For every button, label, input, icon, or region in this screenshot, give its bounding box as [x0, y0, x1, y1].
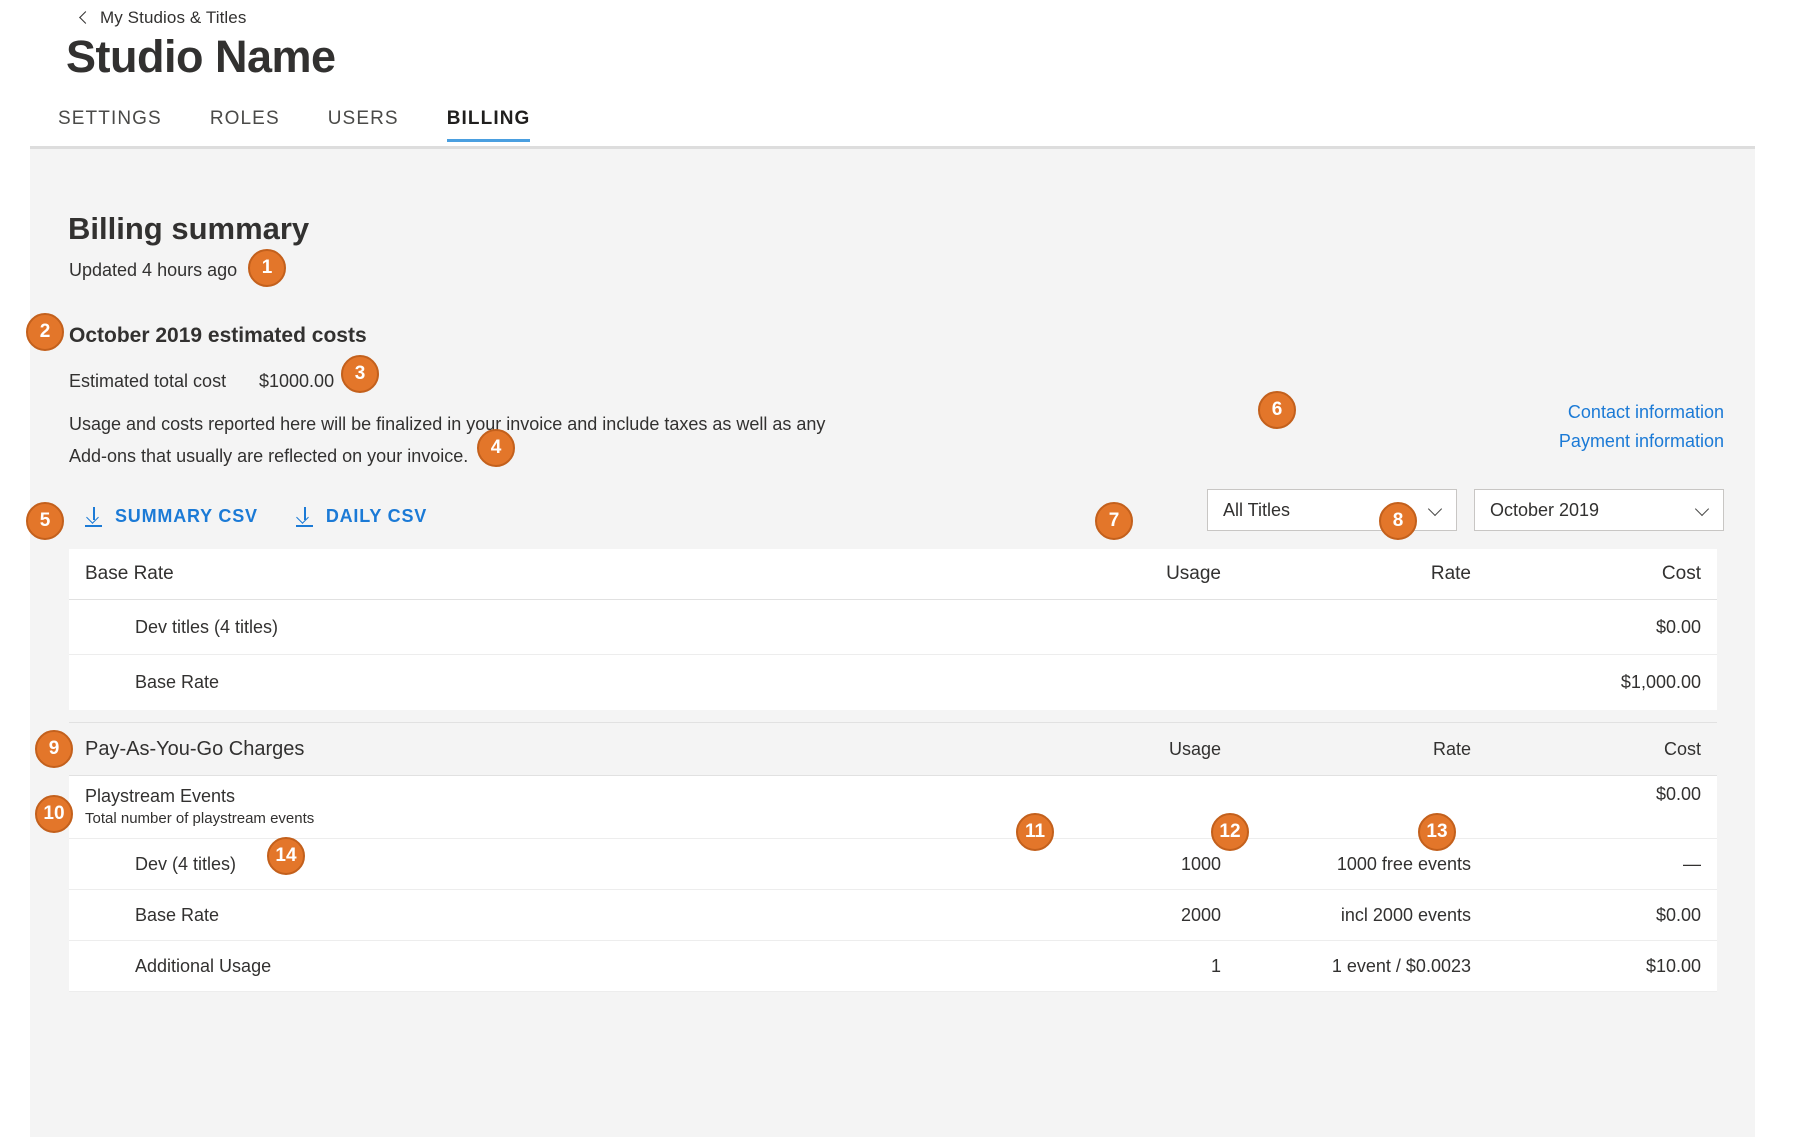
table-row[interactable]: Additional Usage 1 1 event / $0.0023 $10…: [69, 941, 1717, 992]
tab-billing[interactable]: BILLING: [447, 108, 531, 142]
column-header-cost: Cost: [1471, 739, 1717, 760]
row-rate: incl 2000 events: [1221, 905, 1471, 926]
row-cost: —: [1471, 854, 1717, 875]
row-cost: $10.00: [1471, 956, 1717, 977]
callout-badge-7: 7: [1095, 502, 1133, 540]
contact-information-link[interactable]: Contact information: [1559, 402, 1724, 423]
payment-information-link[interactable]: Payment information: [1559, 431, 1724, 452]
row-usage: 1000: [991, 854, 1221, 875]
breadcrumb[interactable]: My Studios & Titles: [78, 8, 246, 28]
payg-header-row: Pay-As-You-Go Charges Usage Rate Cost: [69, 722, 1717, 776]
group-label-block: Playstream Events Total number of playst…: [69, 784, 991, 830]
base-rate-header-row: Base Rate Usage Rate Cost: [69, 549, 1717, 600]
summary-csv-link[interactable]: SUMMARY CSV: [85, 506, 258, 527]
column-header-usage: Usage: [991, 563, 1221, 585]
base-rate-table: Base Rate Usage Rate Cost Dev titles (4 …: [69, 549, 1717, 710]
callout-badge-4: 4: [477, 429, 515, 467]
export-links: SUMMARY CSV DAILY CSV: [85, 506, 427, 527]
row-label: Dev titles (4 titles): [69, 617, 991, 638]
pay-as-you-go-table: Pay-As-You-Go Charges Usage Rate Cost Pl…: [69, 722, 1717, 992]
estimated-costs-heading: October 2019 estimated costs: [69, 324, 367, 348]
callout-badge-9: 9: [35, 730, 73, 768]
download-icon: [296, 507, 314, 527]
tab-settings[interactable]: SETTINGS: [58, 108, 162, 142]
page-title: Studio Name: [66, 31, 336, 83]
daily-csv-label: DAILY CSV: [326, 506, 427, 527]
billing-disclaimer: Usage and costs reported here will be fi…: [69, 408, 859, 472]
column-header-rate: Rate: [1221, 739, 1471, 760]
group-description: Total number of playstream events: [85, 808, 991, 830]
row-rate: 1 event / $0.0023: [1221, 956, 1471, 977]
callout-badge-6: 6: [1258, 391, 1296, 429]
callout-badge-12: 12: [1211, 813, 1249, 851]
column-header-cost: Cost: [1471, 563, 1717, 585]
table-row[interactable]: Base Rate 2000 incl 2000 events $0.00: [69, 890, 1717, 941]
column-header-rate: Rate: [1221, 563, 1471, 585]
row-label: Base Rate: [69, 672, 991, 693]
tab-bar: SETTINGS ROLES USERS BILLING: [58, 108, 530, 142]
download-icon: [85, 507, 103, 527]
table-row[interactable]: Base Rate $1,000.00: [69, 655, 1717, 710]
group-cost: $0.00: [1471, 784, 1717, 805]
table-row[interactable]: Dev titles (4 titles) $0.00: [69, 600, 1717, 655]
row-cost: $0.00: [1471, 905, 1717, 926]
row-cost: $0.00: [1471, 617, 1717, 638]
tab-users[interactable]: USERS: [328, 108, 399, 142]
month-filter-value: October 2019: [1490, 500, 1695, 521]
row-label: Base Rate: [69, 905, 991, 926]
base-rate-header-label: Base Rate: [69, 563, 991, 585]
row-usage: 1: [991, 956, 1221, 977]
callout-badge-8: 8: [1379, 502, 1417, 540]
payg-header-label: Pay-As-You-Go Charges: [69, 738, 991, 761]
row-cost: $1,000.00: [1471, 672, 1717, 693]
callout-badge-2: 2: [26, 313, 64, 351]
table-row[interactable]: Dev (4 titles) 1000 1000 free events —: [69, 839, 1717, 890]
billing-panel: Billing summary Updated 4 hours ago Octo…: [30, 146, 1755, 1137]
row-usage: 2000: [991, 905, 1221, 926]
estimated-total-label: Estimated total cost: [69, 371, 226, 392]
title-filter-dropdown[interactable]: All Titles: [1207, 489, 1457, 531]
payg-group-row[interactable]: Playstream Events Total number of playst…: [69, 776, 1717, 839]
callout-badge-13: 13: [1418, 813, 1456, 851]
summary-csv-label: SUMMARY CSV: [115, 506, 258, 527]
month-filter-dropdown[interactable]: October 2019: [1474, 489, 1724, 531]
group-label: Playstream Events: [85, 784, 991, 808]
callout-badge-5: 5: [26, 502, 64, 540]
account-links: Contact information Payment information: [1559, 402, 1724, 452]
callout-badge-1: 1: [248, 249, 286, 287]
chevron-left-icon: [78, 12, 90, 24]
chevron-down-icon: [1695, 502, 1711, 518]
estimated-total-value: $1000.00: [259, 371, 334, 392]
billing-summary-title: Billing summary: [68, 211, 309, 247]
chevron-down-icon: [1428, 502, 1444, 518]
updated-timestamp: Updated 4 hours ago: [69, 260, 237, 281]
column-header-usage: Usage: [991, 739, 1221, 760]
daily-csv-link[interactable]: DAILY CSV: [296, 506, 427, 527]
callout-badge-14: 14: [267, 837, 305, 875]
callout-badge-10: 10: [35, 795, 73, 833]
callout-badge-11: 11: [1016, 813, 1054, 851]
tab-roles[interactable]: ROLES: [210, 108, 280, 142]
row-label: Dev (4 titles): [69, 854, 991, 875]
row-label: Additional Usage: [69, 956, 991, 977]
row-rate: 1000 free events: [1221, 854, 1471, 875]
breadcrumb-label: My Studios & Titles: [100, 8, 246, 28]
callout-badge-3: 3: [341, 355, 379, 393]
filter-controls: All Titles October 2019: [1207, 489, 1724, 531]
